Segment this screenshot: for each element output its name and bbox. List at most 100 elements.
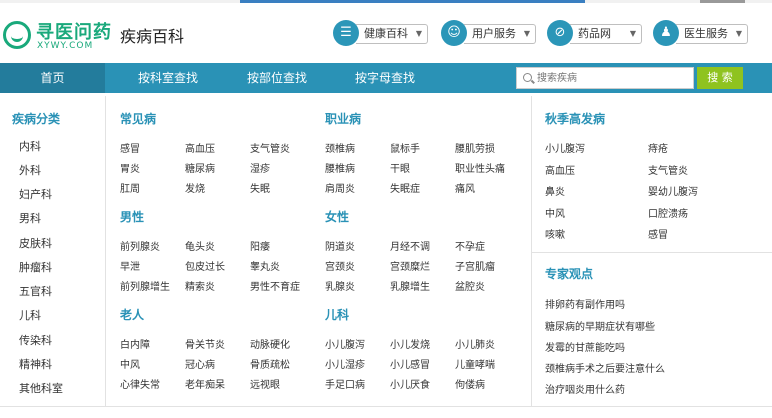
disease-link[interactable]: 儿童哮喘 xyxy=(455,356,495,371)
sidebar-item-oncology[interactable]: 肿瘤科 xyxy=(19,259,52,275)
disease-link[interactable]: 阳痿 xyxy=(250,238,270,253)
site-header: 寻医问药 XYWY.COM 疾病百科 健康百科 ▼ ☰ 用户服务 ▼ ☺ 药品网 ▼ … xyxy=(0,10,772,60)
disease-link[interactable]: 糖尿病 xyxy=(185,160,215,175)
disease-link[interactable]: 佝偻病 xyxy=(455,376,485,391)
search-button[interactable]: 搜 索 xyxy=(697,67,743,89)
disease-link[interactable]: 支气管炎 xyxy=(250,140,290,155)
logo-domain: XYWY.COM xyxy=(37,41,94,51)
disease-link[interactable]: 冠心病 xyxy=(185,356,215,371)
sidebar-item-internal[interactable]: 内科 xyxy=(19,138,41,154)
disease-link[interactable]: 职业性头痛 xyxy=(455,160,505,175)
disease-link[interactable]: 小儿湿疹 xyxy=(325,356,365,371)
search-input[interactable] xyxy=(537,70,687,86)
sidebar-item-ent[interactable]: 五官科 xyxy=(19,283,52,299)
disease-link[interactable]: 中风 xyxy=(545,205,565,220)
disease-link[interactable]: 乳腺炎 xyxy=(325,278,355,293)
disease-link[interactable]: 前列腺增生 xyxy=(120,278,170,293)
disease-link[interactable]: 失眠 xyxy=(250,180,270,195)
disease-link[interactable]: 动脉硬化 xyxy=(250,336,290,351)
disease-link[interactable]: 小儿厌食 xyxy=(390,376,430,391)
sidebar-item-dermatology[interactable]: 皮肤科 xyxy=(19,235,52,251)
search-box xyxy=(516,67,694,89)
article-link[interactable]: 发霉的甘蔗能吃吗 xyxy=(545,339,625,354)
nav-by-department[interactable]: 按科室查找 xyxy=(138,63,198,93)
sidebar-item-andrology[interactable]: 男科 xyxy=(19,210,41,226)
disease-link[interactable]: 支气管炎 xyxy=(648,162,688,177)
sidebar-item-other[interactable]: 其他科室 xyxy=(19,380,63,396)
disease-link[interactable]: 手足口病 xyxy=(325,376,365,391)
disease-link[interactable]: 失眠症 xyxy=(390,180,420,195)
disease-link[interactable]: 精索炎 xyxy=(185,278,215,293)
article-link[interactable]: 排卵药有副作用吗 xyxy=(545,296,625,311)
top-line-accent xyxy=(240,0,585,3)
disease-link[interactable]: 骨质疏松 xyxy=(250,356,290,371)
site-logo[interactable]: 寻医问药 XYWY.COM xyxy=(3,18,111,54)
disease-link[interactable]: 鼠标手 xyxy=(390,140,420,155)
disease-link[interactable]: 白内障 xyxy=(120,336,150,351)
disease-link[interactable]: 小儿发烧 xyxy=(390,336,430,351)
article-link[interactable]: 颈椎病手术之后要注意什么 xyxy=(545,360,665,375)
disease-link[interactable]: 痔疮 xyxy=(648,140,668,155)
disease-link[interactable]: 小儿肺炎 xyxy=(455,336,495,351)
disease-link[interactable]: 骨关节炎 xyxy=(185,336,225,351)
disease-link[interactable]: 心律失常 xyxy=(120,376,160,391)
nav-home[interactable]: 首页 xyxy=(0,63,105,93)
disease-link[interactable]: 胃炎 xyxy=(120,160,140,175)
sidebar-title: 疾病分类 xyxy=(12,112,61,126)
disease-link[interactable]: 小儿腹泻 xyxy=(545,140,585,155)
disease-link[interactable]: 乳腺增生 xyxy=(390,278,430,293)
user-service-label: 用户服务 xyxy=(472,27,516,40)
disease-link[interactable]: 老年痴呆 xyxy=(185,376,225,391)
nav-by-body-part[interactable]: 按部位查找 xyxy=(247,63,307,93)
disease-link[interactable]: 子宫肌瘤 xyxy=(455,258,495,273)
health-encyclopedia-label: 健康百科 xyxy=(364,27,408,40)
disease-link[interactable]: 肛周 xyxy=(120,180,140,195)
disease-link[interactable]: 男性不育症 xyxy=(250,278,300,293)
disease-link[interactable]: 湿疹 xyxy=(250,160,270,175)
disease-link[interactable]: 干眼 xyxy=(390,160,410,175)
disease-link[interactable]: 小儿腹泻 xyxy=(325,336,365,351)
drug-site-label: 药品网 xyxy=(578,27,611,40)
sidebar-item-infectious[interactable]: 传染科 xyxy=(19,332,52,348)
nav-by-letter[interactable]: 按字母查找 xyxy=(355,63,415,93)
disease-link[interactable]: 感冒 xyxy=(120,140,140,155)
sidebar-item-pediatrics[interactable]: 儿科 xyxy=(19,307,41,323)
disease-link[interactable]: 咳嗽 xyxy=(545,226,565,241)
disease-link[interactable]: 高血压 xyxy=(185,140,215,155)
sidebar-item-psychiatry[interactable]: 精神科 xyxy=(19,356,52,372)
disease-link[interactable]: 腰肌劳损 xyxy=(455,140,495,155)
disease-link[interactable]: 鼻炎 xyxy=(545,183,565,198)
sidebar-item-surgery[interactable]: 外科 xyxy=(19,162,41,178)
disease-link[interactable]: 早泄 xyxy=(120,258,140,273)
disease-link[interactable]: 婴幼儿腹泻 xyxy=(648,183,698,198)
disease-link[interactable]: 发烧 xyxy=(185,180,205,195)
chevron-down-icon: ▼ xyxy=(415,29,422,38)
disease-link[interactable]: 腰椎病 xyxy=(325,160,355,175)
disease-link[interactable]: 包皮过长 xyxy=(185,258,225,273)
top-progress-line xyxy=(0,0,772,3)
sidebar-item-obstetrics[interactable]: 妇产科 xyxy=(19,186,52,202)
article-link[interactable]: 糖尿病的早期症状有哪些 xyxy=(545,318,655,333)
disease-link[interactable]: 前列腺炎 xyxy=(120,238,160,253)
disease-link[interactable]: 月经不调 xyxy=(390,238,430,253)
disease-link[interactable]: 宫颈炎 xyxy=(325,258,355,273)
top-line-segment xyxy=(700,0,745,3)
disease-link[interactable]: 不孕症 xyxy=(455,238,485,253)
disease-link[interactable]: 阴道炎 xyxy=(325,238,355,253)
disease-link[interactable]: 远视眼 xyxy=(250,376,280,391)
disease-link[interactable]: 痛风 xyxy=(455,180,475,195)
disease-link[interactable]: 颈椎病 xyxy=(325,140,355,155)
disease-link[interactable]: 高血压 xyxy=(545,162,575,177)
disease-link[interactable]: 中风 xyxy=(120,356,140,371)
disease-link[interactable]: 肩周炎 xyxy=(325,180,355,195)
panel-divider xyxy=(531,252,772,253)
disease-link[interactable]: 感冒 xyxy=(648,226,668,241)
disease-link[interactable]: 睾丸炎 xyxy=(250,258,280,273)
disease-link[interactable]: 盆腔炎 xyxy=(455,278,485,293)
disease-link[interactable]: 龟头炎 xyxy=(185,238,215,253)
article-link[interactable]: 治疗咽炎用什么药 xyxy=(545,381,625,396)
disease-link[interactable]: 宫颈糜烂 xyxy=(390,258,430,273)
disease-link[interactable]: 口腔溃疡 xyxy=(648,205,688,220)
disease-link[interactable]: 小儿感冒 xyxy=(390,356,430,371)
section-title-female: 女性 xyxy=(325,210,350,224)
